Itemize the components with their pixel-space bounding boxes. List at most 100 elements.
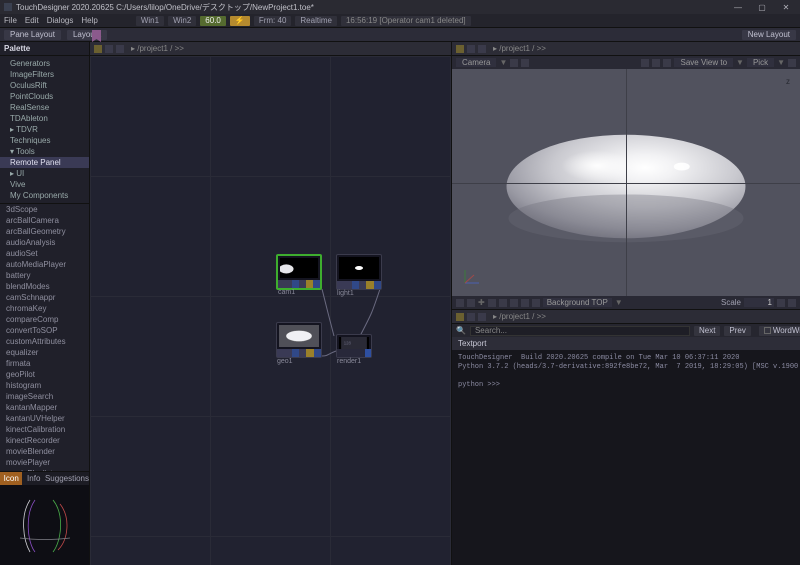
palette-tab-icon[interactable]: Icon [0, 472, 22, 485]
maximize-button[interactable]: ▢ [750, 0, 774, 14]
palette-group[interactable]: ImageFilters [0, 69, 89, 80]
viewer-saveview-combo[interactable]: Save View to [674, 58, 733, 67]
palette-item[interactable]: equalizer [0, 347, 89, 358]
palette-group[interactable]: My Components [0, 190, 89, 201]
viewer-foot-2[interactable] [467, 299, 475, 307]
palette-item[interactable]: camSchnappr [0, 292, 89, 303]
node-flag[interactable] [306, 349, 313, 357]
node-flag[interactable] [374, 281, 381, 289]
viewer-foot-7[interactable] [532, 299, 540, 307]
palette-group[interactable]: Techniques [0, 135, 89, 146]
textport-wordwrap-button[interactable]: WordWrap [759, 326, 800, 336]
palette-group[interactable]: OculusRift [0, 80, 89, 91]
viewer-tool-d[interactable] [788, 59, 796, 67]
viewer-foot-9[interactable] [788, 299, 796, 307]
textport-search-input[interactable]: Search... [470, 326, 690, 336]
palette-item[interactable]: kinectRecorder [0, 435, 89, 446]
status-win1[interactable]: Win1 [136, 16, 164, 26]
palette-item[interactable]: geoPilot [0, 369, 89, 380]
palette-item[interactable]: chromaKey [0, 303, 89, 314]
node-flag[interactable] [278, 280, 285, 288]
node-cam1[interactable]: cam1 [276, 254, 322, 290]
viewer-tool-c[interactable] [663, 59, 671, 67]
textport-pane-nav-icon[interactable] [467, 313, 475, 321]
pane-type-icon[interactable] [94, 45, 102, 53]
viewer-camera-combo[interactable]: Camera [456, 58, 496, 67]
status-realtime[interactable]: Realtime [295, 16, 337, 26]
node-flag[interactable] [299, 349, 306, 357]
palette-item[interactable]: kantanMapper [0, 402, 89, 413]
node-flag[interactable] [352, 281, 359, 289]
plus-icon[interactable]: ✚ [478, 298, 485, 307]
palette-item[interactable]: kinectCalibration [0, 424, 89, 435]
palette-item[interactable]: kantanUVHelper [0, 413, 89, 424]
palette-group[interactable]: ▸ UI [0, 168, 89, 179]
viewer-tool-a[interactable] [641, 59, 649, 67]
node-flag[interactable] [365, 349, 371, 357]
viewer-foot-1[interactable] [456, 299, 464, 307]
viewer-path[interactable]: ▸ /project1 / >> [493, 44, 546, 53]
viewer-pane-type-icon[interactable] [456, 45, 464, 53]
palette-item[interactable]: customAttributes [0, 336, 89, 347]
palette-tab-info[interactable]: Info [22, 472, 44, 485]
palette-group[interactable]: Generators [0, 58, 89, 69]
palette-item[interactable]: 3dScope [0, 204, 89, 215]
node-light1[interactable]: light1 [336, 254, 382, 290]
textport-pane-split-icon[interactable] [478, 313, 486, 321]
pane-nav-icon[interactable] [105, 45, 113, 53]
palette-group[interactable]: ▾ Tools [0, 146, 89, 157]
menu-file[interactable]: File [4, 16, 17, 25]
palette-item[interactable]: compareComp [0, 314, 89, 325]
menu-dialogs[interactable]: Dialogs [47, 16, 74, 25]
viewer-pane-split-icon[interactable] [478, 45, 486, 53]
node-flag[interactable] [285, 280, 292, 288]
palette-item[interactable]: battery [0, 270, 89, 281]
viewer-foot-6[interactable] [521, 299, 529, 307]
chevron-down-icon[interactable]: ▼ [777, 58, 785, 67]
viewer-scale-field[interactable]: 1 [744, 298, 774, 307]
node-flag[interactable] [292, 349, 299, 357]
palette-item[interactable]: audioAnalysis [0, 237, 89, 248]
palette-item[interactable]: imageSearch [0, 391, 89, 402]
viewer-pick-combo[interactable]: Pick [747, 58, 774, 67]
viewer-foot-4[interactable] [499, 299, 507, 307]
status-flash-icon[interactable]: ⚡ [230, 16, 250, 26]
viewer-pane-nav-icon[interactable] [467, 45, 475, 53]
textport-next-button[interactable]: Next [694, 326, 720, 336]
node-flag[interactable] [313, 280, 320, 288]
palette-item[interactable]: firmata [0, 358, 89, 369]
viewer-foot-8[interactable] [777, 299, 785, 307]
textport-body[interactable]: TouchDesigner Build 2020.20625 compile o… [452, 350, 800, 565]
viewer-bg-combo[interactable]: Background TOP [543, 298, 612, 307]
palette-group[interactable]: Vive [0, 179, 89, 190]
chevron-down-icon[interactable]: ▼ [615, 298, 623, 307]
layout1-button[interactable]: Layout1 [67, 30, 107, 40]
node-flag[interactable] [344, 281, 351, 289]
palette-item[interactable]: arcBallGeometry [0, 226, 89, 237]
minimize-button[interactable]: — [726, 0, 750, 14]
menu-edit[interactable]: Edit [25, 16, 39, 25]
palette-item[interactable]: convertToSOP [0, 325, 89, 336]
node-flag[interactable] [314, 349, 321, 357]
new-layout-button[interactable]: New Layout [742, 30, 796, 40]
menu-help[interactable]: Help [81, 16, 97, 25]
status-win2[interactable]: Win2 [168, 16, 196, 26]
node-flag[interactable] [359, 281, 366, 289]
viewer-tool-b[interactable] [652, 59, 660, 67]
palette-group[interactable]: PointClouds [0, 91, 89, 102]
palette-group[interactable]: ▸ TDVR [0, 124, 89, 135]
textport-path[interactable]: ▸ /project1 / >> [493, 312, 546, 321]
palette-group[interactable]: TDAbleton [0, 113, 89, 124]
node-render1[interactable]: 128 render1 [336, 334, 372, 358]
viewer-tool-1[interactable] [510, 59, 518, 67]
node-flag[interactable] [299, 280, 306, 288]
network-path[interactable]: ▸ /project1 / >> [131, 44, 184, 53]
pane-layout-button[interactable]: Pane Layout [4, 30, 61, 40]
node-geo1[interactable]: geo1 [276, 322, 322, 358]
node-flag[interactable] [337, 281, 344, 289]
palette-item[interactable]: movieBlender [0, 446, 89, 457]
node-flag[interactable] [306, 280, 313, 288]
palette-group[interactable]: RealSense [0, 102, 89, 113]
palette-item[interactable]: arcBallCamera [0, 215, 89, 226]
node-flag[interactable] [284, 349, 291, 357]
